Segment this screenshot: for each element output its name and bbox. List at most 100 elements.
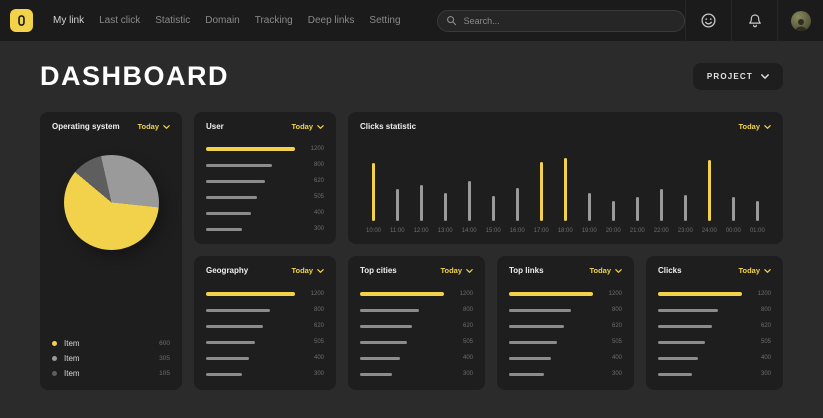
bar-value-label: 800 [602,307,622,313]
bar-row: 400 [206,210,324,216]
bar-value-label: 505 [304,194,324,200]
bar-value-label: 1200 [453,291,473,297]
legend-item: Item 105 [52,369,170,378]
nav-item-setting[interactable]: Setting [369,15,400,26]
bar-row: 300 [206,371,324,377]
bar [732,197,735,221]
bar [206,228,242,231]
period-dropdown[interactable]: Today [137,122,170,131]
bar [420,185,423,221]
bar-value-label: 620 [453,323,473,329]
nav-item-tracking[interactable]: Tracking [255,15,293,26]
card-operating-system: Operating system Today Item 600 Item 305 [40,112,182,390]
bar-row: 1200 [360,291,473,297]
bar-row: 300 [658,371,771,377]
period-dropdown[interactable]: Today [291,122,324,131]
bar [206,164,272,167]
navbar-actions [685,0,823,41]
chevron-down-icon [615,269,622,273]
legend-item: Item 600 [52,339,170,348]
bar [509,309,571,312]
bar-row: 505 [658,339,771,345]
bar-row: 1200 [509,291,622,297]
card-geography: Geography Today 1200800620505400300 [194,256,336,390]
bar-value-label: 800 [751,307,771,313]
bar-row: 800 [206,307,324,313]
period-label: Today [738,122,760,131]
nav-item-statistic[interactable]: Statistic [155,15,190,26]
bar-value-label: 800 [304,162,324,168]
bar-value-label: 300 [453,371,473,377]
bar-row: 505 [360,339,473,345]
period-dropdown[interactable]: Today [738,122,771,131]
bar-row: 1200 [206,291,324,297]
bar-row: 1200 [658,291,771,297]
chart-column: 18:00 [558,158,573,234]
project-button-label: PROJECT [707,72,753,81]
nav-item-domain[interactable]: Domain [205,15,239,26]
search-input[interactable] [437,10,685,32]
card-top-cities: Top cities Today 1200800620505400300 [348,256,485,390]
bar-row: 505 [206,339,324,345]
card-user: User Today 1200800620505400300 [194,112,336,244]
bar [708,160,711,221]
legend-value: 305 [159,355,170,362]
chevron-down-icon [163,125,170,129]
period-label: Today [137,122,159,131]
card-top-links: Top links Today 1200800620505400300 [497,256,634,390]
bar-chart: 1200800620505400300 [360,288,473,380]
bar [206,212,251,215]
notifications-button[interactable] [731,0,777,41]
nav-item-my-link[interactable]: My link [53,15,84,26]
bar-chart: 1200800620505400300 [658,288,771,380]
bar-row: 620 [360,323,473,329]
bar [360,357,400,360]
bar-row: 300 [509,371,622,377]
bar [658,325,712,328]
bar [564,158,567,221]
period-dropdown[interactable]: Today [440,266,473,275]
period-label: Today [738,266,760,275]
chevron-down-icon [761,74,769,79]
legend-value: 600 [159,340,170,347]
bar [206,196,257,199]
bar-value-label: 400 [304,355,324,361]
pie-legend: Item 600 Item 305 Item 105 [52,339,170,380]
period-dropdown[interactable]: Today [291,266,324,275]
bar [206,325,263,328]
bar-value-label: 620 [304,178,324,184]
emoji-icon [700,12,717,29]
card-title: Clicks [658,266,682,275]
bar-value-label: 505 [453,339,473,345]
bar [206,309,270,312]
bar [658,292,742,296]
chart-column: 00:00 [726,197,741,234]
bar-chart: 1200800620505400300 [206,288,324,380]
bar-value-label: 505 [602,339,622,345]
time-label: 11:00 [390,228,405,234]
bar [396,189,399,221]
nav-item-last-click[interactable]: Last click [99,15,140,26]
bar-value-label: 620 [602,323,622,329]
profile-button[interactable] [777,0,823,41]
bar-row: 300 [360,371,473,377]
period-label: Today [440,266,462,275]
bar-value-label: 800 [304,307,324,313]
card-title: Clicks statistic [360,122,416,131]
project-selector-button[interactable]: PROJECT [693,63,783,90]
bar [509,357,551,360]
nav-item-deep-links[interactable]: Deep links [308,15,355,26]
chart-column: 22:00 [654,189,669,234]
chart-column: 17:00 [534,162,549,234]
bar [540,162,543,221]
time-label: 00:00 [726,228,741,234]
emoji-button[interactable] [685,0,731,41]
period-dropdown[interactable]: Today [738,266,771,275]
chart-column: 16:00 [510,188,525,234]
bar-value-label: 1200 [304,146,324,152]
period-dropdown[interactable]: Today [589,266,622,275]
legend-dot [52,341,57,346]
bar [658,373,692,376]
bell-icon [747,13,763,29]
app-logo[interactable] [10,9,33,32]
